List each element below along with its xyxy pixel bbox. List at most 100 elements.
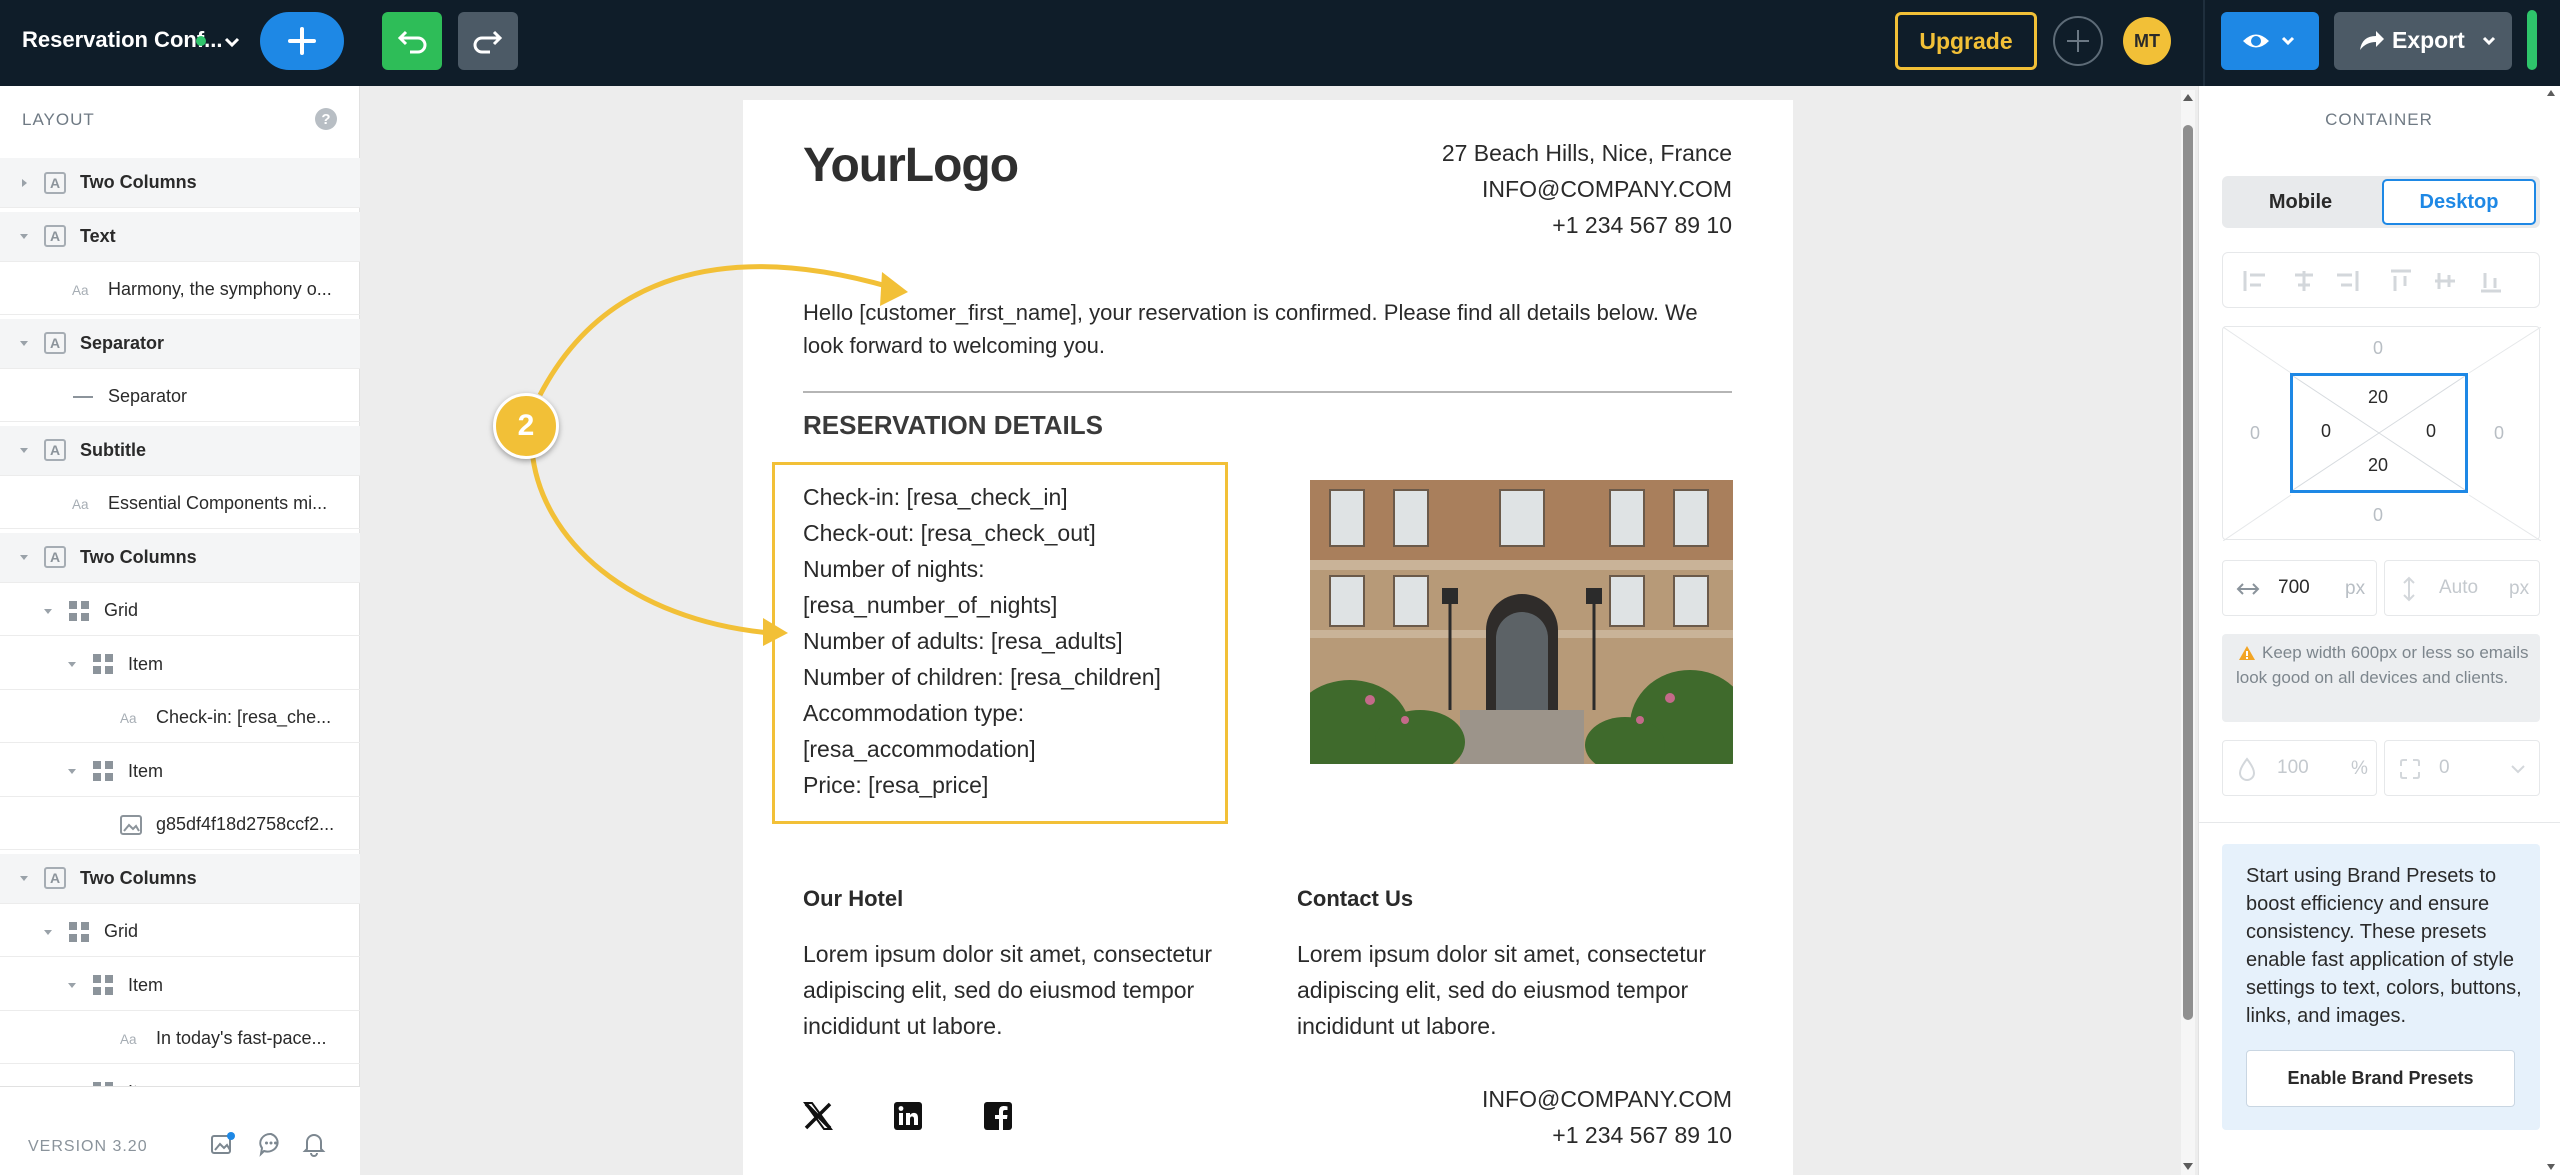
user-avatar[interactable]: MT bbox=[2123, 17, 2171, 65]
layout-tree-row[interactable]: A Text bbox=[0, 211, 360, 262]
brand-presets-text: Start using Brand Presets to boost effic… bbox=[2246, 865, 2522, 1027]
layout-tree-row[interactable]: A Two Columns bbox=[0, 532, 360, 583]
margin-left-value[interactable]: 0 bbox=[2250, 423, 2260, 444]
our-hotel-title[interactable]: Our Hotel bbox=[803, 886, 903, 912]
enable-brand-presets-button[interactable]: Enable Brand Presets bbox=[2246, 1050, 2515, 1107]
width-unit: px bbox=[2345, 578, 2366, 599]
layout-tree-row[interactable]: Aa Check-in: [resa_che... bbox=[0, 693, 360, 743]
layout-tree-row[interactable]: A Separator bbox=[0, 318, 360, 369]
caret-down-icon[interactable] bbox=[66, 979, 78, 991]
add-icon bbox=[288, 27, 316, 55]
margin-bottom-value[interactable]: 0 bbox=[2373, 505, 2383, 526]
separator-line[interactable] bbox=[803, 391, 1732, 393]
scroll-down-icon[interactable] bbox=[2180, 1160, 2196, 1174]
undo-button[interactable] bbox=[382, 12, 442, 70]
facebook-icon[interactable] bbox=[982, 1100, 1014, 1132]
grid-icon bbox=[92, 653, 114, 675]
properties-title: CONTAINER bbox=[2325, 110, 2433, 129]
footer-phone[interactable]: +1 234 567 89 10 bbox=[1552, 1122, 1732, 1149]
hotel-image[interactable] bbox=[1310, 480, 1733, 764]
layout-tree-label: Harmony, the symphony o... bbox=[108, 279, 332, 299]
layout-tree-label: Item bbox=[128, 760, 164, 781]
border-radius-input[interactable]: 0 bbox=[2384, 740, 2540, 796]
x-icon[interactable] bbox=[802, 1100, 834, 1132]
layout-tree-row[interactable]: Grid bbox=[0, 586, 360, 636]
add-collaborator-button[interactable] bbox=[2053, 16, 2103, 66]
padding-left-value[interactable]: 0 bbox=[2321, 421, 2331, 442]
layout-tree-row[interactable]: Item bbox=[0, 961, 360, 1011]
layout-tree-row[interactable]: A Two Columns bbox=[0, 853, 360, 904]
help-icon[interactable]: ? bbox=[315, 108, 337, 130]
header-phone[interactable]: +1 234 567 89 10 bbox=[1552, 212, 1732, 239]
caret-down-icon[interactable] bbox=[18, 444, 30, 456]
header-email[interactable]: INFO@COMPANY.COM bbox=[1482, 176, 1732, 203]
caret-down-icon[interactable] bbox=[18, 872, 30, 884]
layout-tree-row[interactable]: Separator bbox=[0, 372, 360, 422]
alignment-icons bbox=[2243, 269, 2501, 293]
footer-email[interactable]: INFO@COMPANY.COM bbox=[1482, 1086, 1732, 1113]
detail-line: Price: [resa_price] bbox=[803, 772, 989, 798]
svg-text:Aa: Aa bbox=[72, 283, 89, 298]
layout-tree-row[interactable]: Aa Harmony, the symphony o... bbox=[0, 265, 360, 315]
layout-tree-row[interactable]: Item bbox=[0, 747, 360, 797]
layout-tree-row[interactable]: A Two Columns bbox=[0, 158, 360, 208]
layout-tree-row[interactable]: Item bbox=[0, 640, 360, 690]
panel-scrollbar[interactable] bbox=[2546, 86, 2556, 1175]
padding-right-value[interactable]: 0 bbox=[2426, 421, 2436, 442]
layout-tree-row[interactable]: Aa Essential Components mi... bbox=[0, 479, 360, 529]
linkedin-icon[interactable] bbox=[892, 1100, 924, 1132]
our-hotel-text[interactable]: Lorem ipsum dolor sit amet, consectetur … bbox=[803, 936, 1243, 1044]
preview-button[interactable] bbox=[2221, 12, 2319, 70]
height-arrows-icon bbox=[2403, 576, 2415, 602]
opacity-input[interactable]: 100 % bbox=[2222, 740, 2377, 796]
canvas-scrollbar-thumb[interactable] bbox=[2183, 125, 2193, 1020]
topbar-indicator bbox=[2527, 10, 2537, 70]
chat-icon[interactable] bbox=[258, 1131, 284, 1157]
chevron-down-icon[interactable] bbox=[222, 28, 242, 56]
layout-tree-row[interactable]: A Subtitle bbox=[0, 425, 360, 476]
padding-bottom-value[interactable]: 20 bbox=[2368, 455, 2388, 476]
upgrade-button[interactable]: Upgrade bbox=[1895, 12, 2037, 70]
document-title[interactable]: Reservation Conf... bbox=[22, 27, 222, 53]
width-value: 700 bbox=[2278, 577, 2310, 598]
caret-down-icon[interactable] bbox=[18, 551, 30, 563]
caret-down-icon[interactable] bbox=[18, 230, 30, 242]
bell-icon[interactable] bbox=[301, 1131, 327, 1157]
redo-icon bbox=[473, 30, 503, 54]
text-icon: Aa bbox=[72, 493, 94, 515]
grid-icon bbox=[68, 600, 90, 622]
add-button[interactable] bbox=[260, 12, 344, 70]
mobile-tab[interactable]: Mobile bbox=[2222, 176, 2379, 228]
chevron-down-icon[interactable] bbox=[2509, 761, 2527, 777]
layout-tree-label: Item bbox=[128, 974, 164, 995]
caret-right-icon[interactable] bbox=[18, 177, 30, 189]
caret-down-icon[interactable] bbox=[18, 337, 30, 349]
layout-tree-row[interactable]: Grid bbox=[0, 907, 360, 957]
padding-top-value[interactable]: 20 bbox=[2368, 387, 2388, 408]
header-address[interactable]: 27 Beach Hills, Nice, France bbox=[1442, 140, 1732, 167]
layout-tree-label: Grid bbox=[104, 921, 139, 941]
margin-top-value[interactable]: 0 bbox=[2373, 338, 2383, 359]
desktop-tab[interactable]: Desktop bbox=[2382, 179, 2536, 225]
layout-tree-label: Separator bbox=[80, 332, 165, 353]
layout-tree-row[interactable]: g85df4f18d2758ccf2... bbox=[0, 800, 360, 850]
left-footer: VERSION 3.20 bbox=[0, 1086, 360, 1175]
radius-value: 0 bbox=[2439, 757, 2450, 778]
layout-tree-row[interactable]: Aa In today's fast-pace... bbox=[0, 1014, 360, 1064]
email-logo[interactable]: YourLogo bbox=[803, 138, 1019, 193]
preview-image-icon[interactable] bbox=[210, 1131, 236, 1157]
scroll-up-icon[interactable] bbox=[2180, 90, 2196, 104]
block-icon: A bbox=[44, 867, 66, 889]
margin-right-value[interactable]: 0 bbox=[2494, 423, 2504, 444]
redo-button[interactable] bbox=[458, 12, 518, 70]
greeting-text[interactable]: Hello [customer_first_name], your reserv… bbox=[803, 296, 1743, 362]
caret-down-icon[interactable] bbox=[42, 605, 54, 617]
caret-down-icon[interactable] bbox=[42, 926, 54, 938]
contact-us-title[interactable]: Contact Us bbox=[1297, 886, 1413, 912]
contact-us-text[interactable]: Lorem ipsum dolor sit amet, consectetur … bbox=[1297, 936, 1737, 1044]
caret-down-icon[interactable] bbox=[66, 765, 78, 777]
height-input[interactable]: Auto px bbox=[2384, 560, 2540, 616]
warning-text: Keep width 600px or less so emails look … bbox=[2236, 643, 2529, 687]
caret-down-icon[interactable] bbox=[66, 658, 78, 670]
width-input[interactable]: 700 px bbox=[2222, 560, 2377, 616]
